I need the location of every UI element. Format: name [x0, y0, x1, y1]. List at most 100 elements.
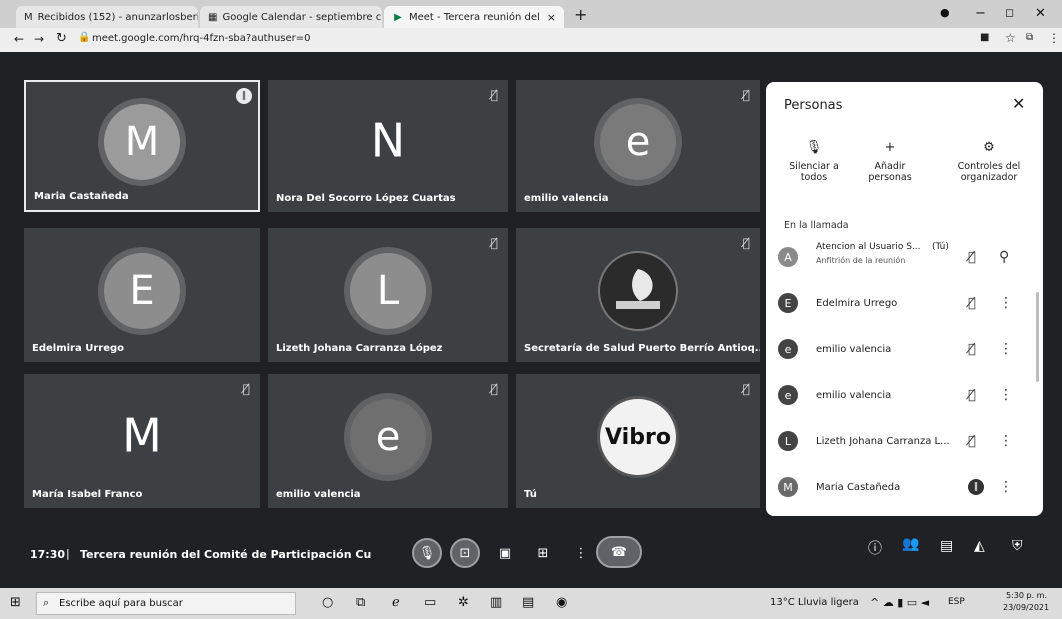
participant-tile[interactable]: M ‖ Maria Castañeda: [24, 80, 260, 212]
participant-tile[interactable]: E Edelmira Urrego: [24, 228, 260, 362]
pin-icon[interactable]: ⚲: [999, 249, 1009, 265]
participant-tile[interactable]: L 🎙̸ Lizeth Johana Carranza López: [268, 228, 508, 362]
leave-call-button[interactable]: ☎: [596, 536, 642, 568]
close-icon[interactable]: ✕: [1012, 94, 1025, 113]
tab-calendar[interactable]: ▦ Google Calendar - septiembre c ×: [200, 6, 382, 28]
more-vert-icon[interactable]: ⋮: [999, 479, 1013, 495]
action-label: Añadir: [874, 161, 906, 172]
more-vert-icon[interactable]: ⋮: [999, 433, 1013, 449]
extensions-icon[interactable]: ⧉: [1026, 32, 1033, 43]
weather-status[interactable]: 13°C Lluvia ligera: [770, 597, 859, 608]
chat-icon[interactable]: ▤: [940, 538, 953, 554]
tab-label: Google Calendar - septiembre c: [222, 11, 382, 23]
mute-all-button[interactable]: 🎙 Silenciar a todos: [774, 140, 854, 183]
action-label: todos: [800, 172, 828, 183]
health-logo-icon: [600, 253, 676, 329]
system-tray-icons[interactable]: ^ ☁ ▮ ▭ ◄: [870, 596, 929, 609]
settings-icon[interactable]: ✲: [458, 595, 469, 610]
windows-start-icon[interactable]: ⊞: [10, 595, 21, 610]
reload-icon[interactable]: ↻: [56, 31, 67, 46]
participant-row[interactable]: M Maria Castañeda ‖ ⋮: [766, 464, 1043, 510]
microphone-button[interactable]: 🎙: [412, 538, 442, 568]
avatar: E: [778, 293, 798, 313]
mic-off-icon: 🎙̸: [242, 382, 250, 396]
camera-off-icon: ⊡: [459, 545, 471, 561]
security-icon[interactable]: ⛨: [1012, 538, 1023, 554]
cortana-icon[interactable]: ○: [322, 595, 333, 610]
chrome-icon[interactable]: ◉: [556, 595, 567, 610]
address-bar: ← → ↻ 🔒 meet.google.com/hrq-4fzn-sba?aut…: [0, 28, 1062, 52]
back-icon[interactable]: ←: [14, 32, 24, 46]
maximize-button[interactable]: ◻: [1005, 6, 1014, 19]
participant-row[interactable]: e emilio valencia 🎙̸ ⋮: [766, 326, 1043, 372]
mic-off-icon: 🎙̸: [742, 382, 750, 396]
action-label: Silenciar a: [789, 161, 839, 172]
participant-row[interactable]: e emilio valencia 🎙̸ ⋮: [766, 372, 1043, 418]
taskbar-search-input[interactable]: ⌕ Escribe aquí para buscar: [36, 592, 296, 615]
mic-off-icon: 🎙̸: [968, 341, 976, 357]
participant-tile[interactable]: 🎙̸ Secretaría de Salud Puerto Berrío Ant…: [516, 228, 760, 362]
menu-icon[interactable]: ⋮: [1048, 31, 1060, 45]
participant-tile[interactable]: N 🎙̸ Nora Del Socorro López Cuartas: [268, 80, 508, 212]
captions-button[interactable]: ▣: [490, 538, 520, 568]
participant-tile[interactable]: e 🎙̸ emilio valencia: [268, 374, 508, 508]
mic-off-icon: 🎙̸: [968, 249, 976, 265]
end-call-icon: ☎: [610, 544, 628, 560]
clock-date[interactable]: 23/09/2021: [1003, 603, 1049, 612]
add-person-icon: +: [884, 140, 896, 155]
host-label: Anfitrión de la reunión: [816, 256, 906, 265]
more-vert-icon[interactable]: ⋮: [999, 387, 1013, 403]
host-controls-icon: ⚙: [983, 140, 995, 155]
meeting-time: 17:30: [30, 548, 66, 561]
more-vert-icon[interactable]: ⋮: [999, 341, 1013, 357]
people-icon[interactable]: 👥: [902, 536, 919, 552]
close-icon[interactable]: ×: [547, 11, 556, 24]
tab-meet[interactable]: ▶ Meet - Tercera reunión del ×: [384, 6, 564, 28]
participant-tile[interactable]: e 🎙̸ emilio valencia: [516, 80, 760, 212]
tab-gmail[interactable]: M Recibidos (152) - anunzarlosberi ×: [16, 6, 198, 28]
forward-icon[interactable]: →: [34, 32, 44, 46]
language-indicator[interactable]: ESP: [948, 597, 965, 607]
speaking-indicator-icon: ‖: [236, 88, 252, 104]
participant-name: Lizeth Johana Carranza L...: [816, 435, 950, 447]
task-view-icon[interactable]: ⧉: [356, 595, 365, 610]
participant-row[interactable]: A Atencion al Usuario S... (Tú) Anfitrió…: [766, 234, 1043, 280]
participant-name: Lizeth Johana Carranza López: [276, 343, 443, 354]
new-tab-button[interactable]: +: [574, 5, 587, 24]
add-people-button[interactable]: + Añadir personas: [850, 140, 930, 183]
word-icon[interactable]: ▥: [490, 595, 502, 610]
participant-tile[interactable]: Vibro 🎙̸ Tú: [516, 374, 760, 508]
avatar: e: [778, 385, 798, 405]
camera-button[interactable]: ⊡: [450, 538, 480, 568]
participant-name: María Isabel Franco: [32, 489, 143, 500]
outlook-icon[interactable]: ▤: [522, 595, 534, 610]
close-icon[interactable]: ×: [381, 11, 382, 24]
activities-icon[interactable]: ◭: [974, 538, 985, 554]
info-icon[interactable]: ⓘ: [868, 538, 882, 558]
present-button[interactable]: ⊞: [528, 538, 558, 568]
clock-time[interactable]: 5:30 p. m.: [1006, 591, 1047, 600]
action-label: Controles del: [957, 161, 1021, 172]
more-vert-icon[interactable]: ⋮: [999, 295, 1013, 311]
close-window-button[interactable]: ✕: [1035, 6, 1046, 21]
edge-icon[interactable]: ℯ: [392, 595, 400, 610]
camera-icon[interactable]: ■: [980, 32, 989, 43]
scrollbar[interactable]: [1036, 292, 1039, 382]
participant-row[interactable]: L Lizeth Johana Carranza L... 🎙̸ ⋮: [766, 418, 1043, 464]
host-controls-button[interactable]: ⚙ Controles del organizador: [944, 140, 1034, 183]
star-icon[interactable]: ☆: [1005, 31, 1016, 45]
more-options-button[interactable]: ⋮: [566, 538, 596, 568]
profile-icon[interactable]: ●: [940, 6, 950, 19]
url-field[interactable]: meet.google.com/hrq-4fzn-sba?authuser=0: [92, 33, 311, 44]
file-explorer-icon[interactable]: ▭: [424, 595, 436, 610]
participant-tile[interactable]: M 🎙̸ María Isabel Franco: [24, 374, 260, 508]
participant-row[interactable]: E Edelmira Urrego 🎙̸ ⋮: [766, 280, 1043, 326]
minimize-button[interactable]: −: [975, 6, 986, 21]
action-label: personas: [868, 172, 912, 183]
mic-off-icon: 🎙̸: [490, 88, 498, 102]
you-tag: (Tú): [932, 242, 949, 252]
participant-name: emilio valencia: [524, 193, 609, 204]
avatar: M: [104, 104, 180, 180]
meet-icon: ▶: [394, 11, 402, 23]
participant-name: Maria Castañeda: [34, 191, 129, 202]
